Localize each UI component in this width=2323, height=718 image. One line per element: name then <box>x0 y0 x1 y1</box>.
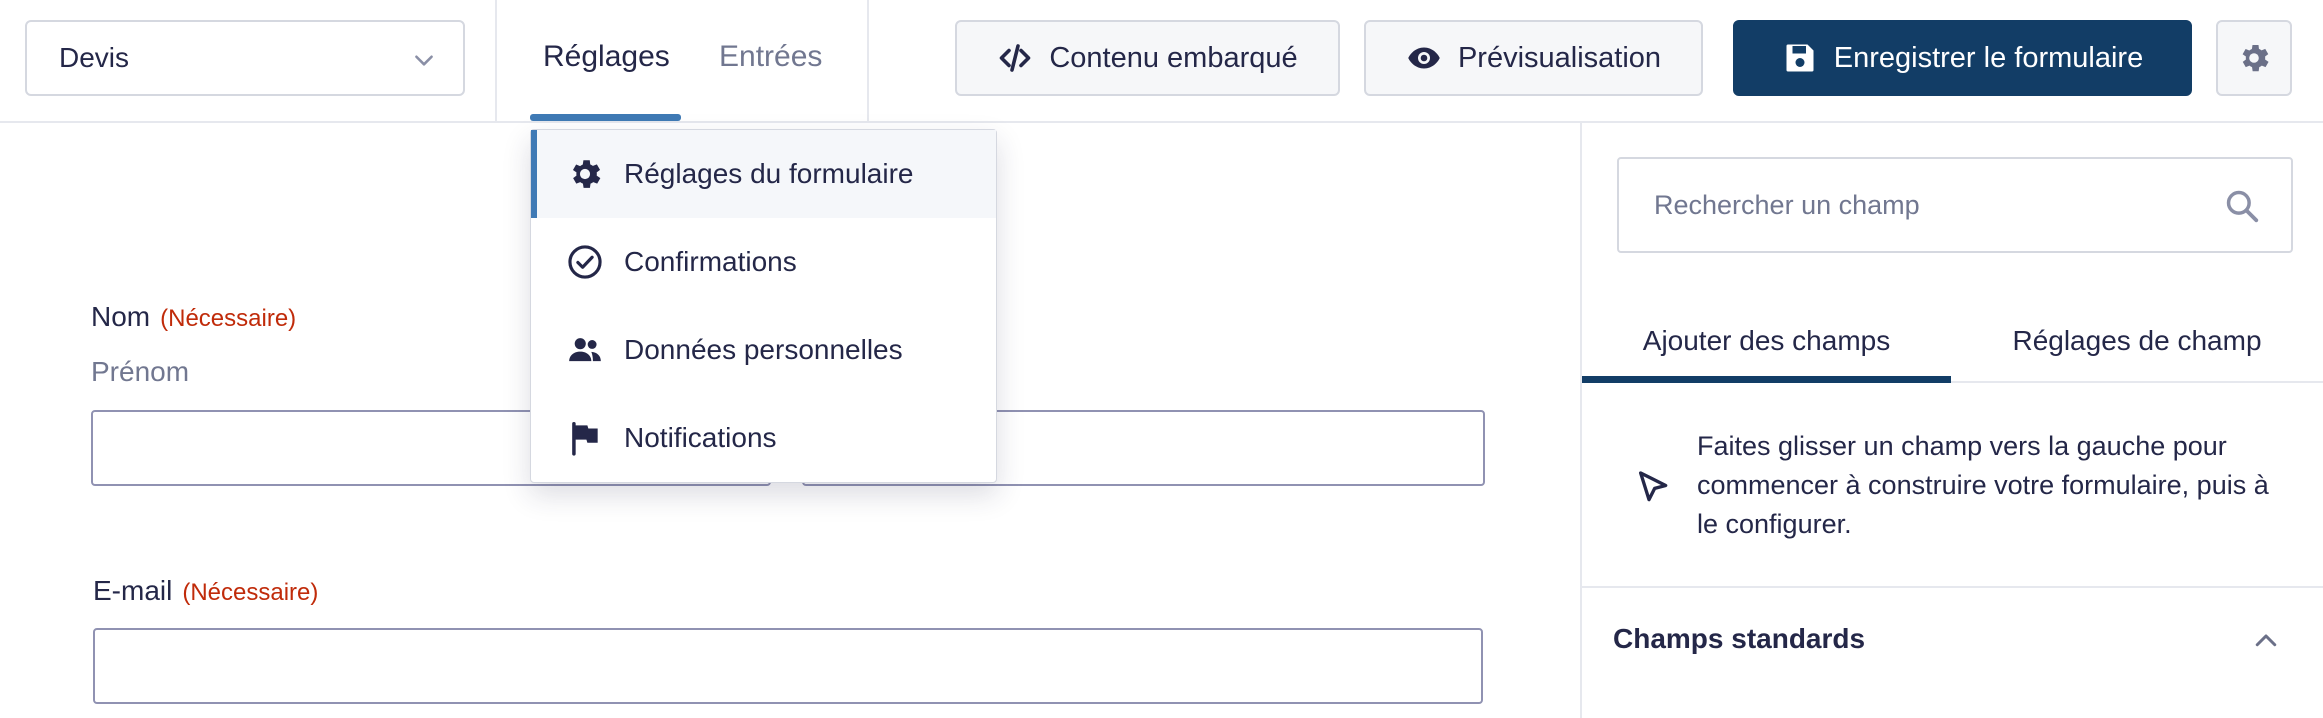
field-sidebar: Rechercher un champ Ajouter des champs R… <box>1580 123 2323 718</box>
code-icon <box>997 40 1033 76</box>
top-toolbar: Devis Réglages Entrées Contenu embarqué … <box>0 0 2323 123</box>
standard-fields-heading[interactable]: Champs standards <box>1613 623 1865 655</box>
tab-entries-label: Entrées <box>719 40 823 73</box>
search-icon <box>2226 190 2259 223</box>
preview-button[interactable]: Prévisualisation <box>1364 20 1703 96</box>
flag-icon <box>566 419 604 457</box>
embed-button[interactable]: Contenu embarqué <box>955 20 1340 96</box>
gear-icon <box>2242 44 2269 72</box>
tab-settings[interactable]: Réglages <box>543 38 670 76</box>
embed-button-label: Contenu embarqué <box>1049 41 1298 74</box>
tab-add-fields[interactable]: Ajouter des champs <box>1582 299 1951 383</box>
menu-item-label: Confirmations <box>624 246 797 277</box>
menu-item-label: Réglages du formulaire <box>624 158 914 189</box>
menu-item-form-settings[interactable]: Réglages du formulaire <box>531 130 996 218</box>
required-indicator: (Nécessaire) <box>182 579 319 606</box>
chevron-up-icon[interactable] <box>2251 626 2281 656</box>
settings-button[interactable] <box>2216 20 2292 96</box>
tab-add-fields-label: Ajouter des champs <box>1642 325 1891 356</box>
settings-dropdown-menu: Réglages du formulaire Confirmations Don… <box>530 129 997 483</box>
email-input[interactable] <box>93 628 1483 704</box>
tab-field-settings[interactable]: Réglages de champ <box>1951 299 2323 383</box>
section-divider <box>1582 586 2323 588</box>
email-field-label: E-mail (Nécessaire) <box>93 575 318 607</box>
tab-entries[interactable]: Entrées <box>719 38 822 76</box>
save-icon <box>1782 40 1818 76</box>
field-search-input[interactable]: Rechercher un champ <box>1617 157 2293 253</box>
email-label-text: E-mail <box>93 575 173 606</box>
preview-button-label: Prévisualisation <box>1457 41 1662 74</box>
tab-settings-label: Réglages <box>543 40 670 73</box>
users-icon <box>566 331 604 369</box>
active-sidebar-tab-indicator <box>1582 376 1951 383</box>
form-selector[interactable]: Devis <box>25 20 465 96</box>
form-selector-value: Devis <box>59 42 130 73</box>
first-name-sublabel: Prénom <box>91 356 190 387</box>
menu-item-personal-data[interactable]: Données personnelles <box>531 306 996 394</box>
toolbar-divider <box>867 0 869 121</box>
sidebar-tabs: Ajouter des champs Réglages de champ <box>1582 299 2323 383</box>
active-tab-indicator <box>530 114 681 121</box>
search-placeholder: Rechercher un champ <box>1654 189 1920 220</box>
save-form-button-label: Enregistrer le formulaire <box>1833 41 2144 74</box>
name-field-label: Nom (Nécessaire) <box>91 301 296 333</box>
chevron-down-icon <box>415 55 433 66</box>
gear-icon <box>566 155 604 193</box>
menu-item-confirmations[interactable]: Confirmations <box>531 218 996 306</box>
save-form-button[interactable]: Enregistrer le formulaire <box>1733 20 2192 96</box>
menu-item-label: Notifications <box>624 422 777 453</box>
name-label-text: Nom <box>91 301 151 332</box>
required-indicator: (Nécessaire) <box>160 305 297 332</box>
menu-item-label: Données personnelles <box>624 334 903 365</box>
cursor-icon <box>1639 471 1668 502</box>
tab-field-settings-label: Réglages de champ <box>2012 325 2262 356</box>
drag-hint-text: Faites glisser un champ vers la gauche p… <box>1697 431 2269 539</box>
menu-item-notifications[interactable]: Notifications <box>531 394 996 482</box>
eye-icon <box>1406 40 1442 76</box>
toolbar-divider <box>495 0 497 121</box>
check-circle-icon <box>566 243 604 281</box>
